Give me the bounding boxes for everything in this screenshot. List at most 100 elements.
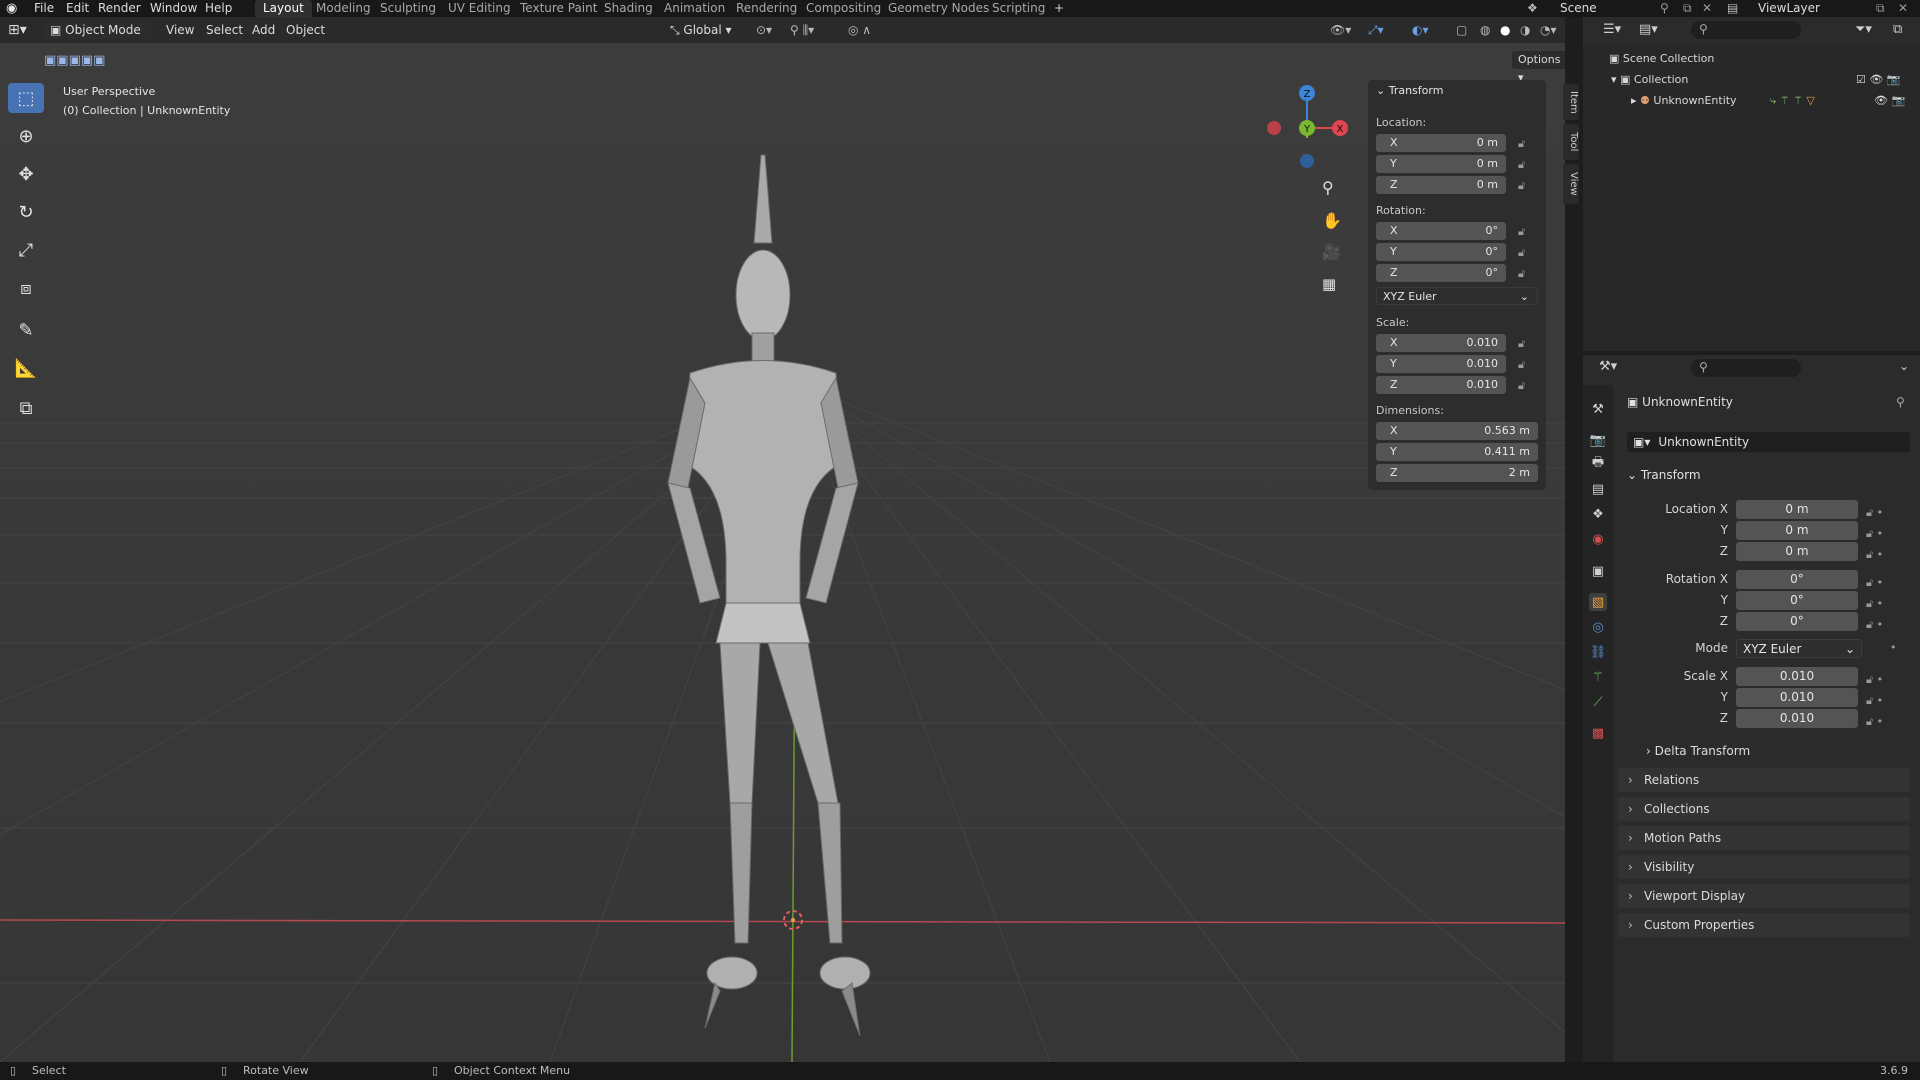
camera-icon[interactable]: 🎥 bbox=[1322, 243, 1341, 261]
transform-tool-icon[interactable]: ⧈ bbox=[8, 273, 44, 303]
select-menu[interactable]: Select bbox=[206, 21, 243, 39]
options-dropdown[interactable]: Options ▾ bbox=[1512, 51, 1565, 84]
pivot-icon[interactable]: ⊙▾ bbox=[756, 21, 772, 39]
entity-data-icons[interactable]: ⤷ ⚚ ⚚ ▽ bbox=[1770, 94, 1815, 108]
object-name-field[interactable]: ▣▾ UnknownEntity bbox=[1627, 432, 1910, 452]
properties-search-input[interactable]: ⚲ bbox=[1691, 359, 1801, 377]
outliner-search-input[interactable]: ⚲ bbox=[1691, 21, 1801, 39]
object-menu[interactable]: Object bbox=[286, 21, 325, 39]
proportional-edit-icon[interactable]: ◎ ∧ bbox=[848, 21, 871, 39]
gizmo-z-label[interactable]: Z bbox=[1304, 89, 1311, 100]
editor-type-icon[interactable]: ⊞▾ bbox=[8, 21, 27, 39]
tab-modeling[interactable]: Modeling bbox=[308, 0, 379, 17]
object-icon[interactable]: ▧ bbox=[1589, 593, 1607, 611]
scale-y-field[interactable]: 0.010 bbox=[1736, 688, 1858, 707]
world-icon[interactable]: ◉ bbox=[1589, 530, 1607, 548]
rotation-y-field[interactable]: 0° bbox=[1736, 591, 1858, 610]
delete-view-layer-icon[interactable]: ✕ bbox=[1898, 0, 1908, 17]
location-y-field[interactable]: Y 0 m bbox=[1376, 155, 1506, 173]
move-tool-icon[interactable]: ✥ bbox=[8, 159, 44, 189]
pin-icon[interactable]: ⚲ bbox=[1896, 395, 1905, 409]
location-z-field[interactable]: 0 m bbox=[1736, 542, 1858, 561]
expand-chevron-icon[interactable]: ▸ bbox=[1631, 94, 1640, 107]
rotation-y-field[interactable]: Y 0° bbox=[1376, 243, 1506, 261]
add-workspace-button[interactable]: + bbox=[1046, 0, 1072, 17]
rotation-z-field[interactable]: Z 0° bbox=[1376, 264, 1506, 282]
delete-scene-icon[interactable]: ✕ bbox=[1702, 0, 1712, 17]
select-mode-icons[interactable]: ▣▣▣▣▣ bbox=[44, 53, 105, 68]
tab-tool[interactable]: Tool bbox=[1563, 124, 1579, 160]
rotation-x-field[interactable]: X 0° bbox=[1376, 222, 1506, 240]
menu-help[interactable]: Help bbox=[205, 0, 232, 17]
menu-render[interactable]: Render bbox=[98, 0, 141, 17]
location-y-field[interactable]: 0 m bbox=[1736, 521, 1858, 540]
collection-row[interactable]: ▾ ▣ Collection bbox=[1611, 73, 1688, 86]
tab-animation[interactable]: Animation bbox=[656, 0, 733, 17]
add-cube-tool-icon[interactable]: ⧉ bbox=[8, 393, 44, 423]
render-icon[interactable]: 📷 bbox=[1589, 431, 1607, 449]
scale-x-field[interactable]: X 0.010 bbox=[1376, 334, 1506, 352]
wireframe-shading-icon[interactable]: ◍ bbox=[1480, 21, 1490, 39]
scale-x-field[interactable]: 0.010 bbox=[1736, 667, 1858, 686]
entity-row[interactable]: ▸ ⚉ UnknownEntity bbox=[1631, 94, 1737, 107]
relations-panel[interactable]: › Relations bbox=[1618, 768, 1910, 792]
viewport-display-panel[interactable]: › Viewport Display bbox=[1618, 884, 1910, 908]
scene-icon[interactable]: ❖ bbox=[1589, 505, 1607, 523]
scene-icon[interactable]: ❖ bbox=[1527, 0, 1538, 17]
lock-icon[interactable]: 🔓︎ bbox=[1518, 379, 1530, 392]
blender-logo-icon[interactable]: ◉ bbox=[6, 0, 17, 17]
lock-icon[interactable]: 🔓︎ bbox=[1518, 158, 1530, 171]
keyframe-dot-icon[interactable]: • bbox=[1890, 641, 1897, 654]
rotation-z-field[interactable]: 0° bbox=[1736, 612, 1858, 631]
output-icon[interactable]: 🖶 bbox=[1589, 455, 1607, 473]
snap-icon[interactable]: ⚲ ⫼▾ bbox=[790, 21, 814, 39]
mode-dropdown[interactable]: ▣ Object Mode ▾ bbox=[44, 21, 154, 55]
object-data-icon[interactable]: ⚚ bbox=[1589, 668, 1607, 686]
physics-icon[interactable]: ◎ bbox=[1589, 618, 1607, 636]
pan-hand-icon[interactable]: ✋ bbox=[1322, 211, 1342, 230]
scale-z-field[interactable]: 0.010 bbox=[1736, 709, 1858, 728]
scale-lock-icons[interactable]: 🔓︎ • 🔓︎ • 🔓︎ • bbox=[1866, 669, 1883, 732]
rendered-shading-icon[interactable]: ◔▾ bbox=[1540, 21, 1557, 39]
xray-icon[interactable]: ▢ bbox=[1456, 21, 1467, 39]
location-x-field[interactable]: 0 m bbox=[1736, 500, 1858, 519]
overlay-toggle-icon[interactable]: ◐▾ bbox=[1412, 21, 1429, 39]
tab-view[interactable]: View bbox=[1563, 164, 1579, 204]
solid-shading-icon[interactable]: ● bbox=[1500, 21, 1510, 39]
menu-file[interactable]: File bbox=[34, 0, 54, 17]
rotate-tool-icon[interactable]: ↻ bbox=[8, 197, 44, 227]
chevron-down-icon[interactable]: ⌄ bbox=[1899, 359, 1909, 373]
display-mode-icon[interactable]: ▤▾ bbox=[1639, 22, 1658, 37]
lock-icon[interactable]: 🔓︎ bbox=[1518, 225, 1530, 238]
dimension-x-field[interactable]: X 0.563 m bbox=[1376, 422, 1538, 440]
scene-name[interactable]: Scene bbox=[1560, 0, 1597, 17]
material-shading-icon[interactable]: ◑ bbox=[1520, 21, 1530, 39]
tab-shading[interactable]: Shading bbox=[596, 0, 661, 17]
navigation-gizmo[interactable]: Z X Y bbox=[1262, 83, 1352, 173]
collections-panel[interactable]: › Collections bbox=[1618, 797, 1910, 821]
view-layer-icon[interactable]: ▤ bbox=[1589, 480, 1607, 498]
expand-chevron-icon[interactable]: ▾ bbox=[1611, 73, 1620, 86]
location-x-field[interactable]: X 0 m bbox=[1376, 134, 1506, 152]
dimension-y-field[interactable]: Y 0.411 m bbox=[1376, 443, 1538, 461]
lock-icon[interactable]: 🔓︎ bbox=[1518, 267, 1530, 280]
editor-type-icon[interactable]: ☰▾ bbox=[1603, 22, 1621, 37]
view-layer-icon[interactable]: ▤ bbox=[1727, 0, 1738, 17]
lock-icon[interactable]: 🔓︎ bbox=[1518, 179, 1530, 192]
texture-icon[interactable]: ▩ bbox=[1589, 724, 1607, 742]
tab-geometry-nodes[interactable]: Geometry Nodes bbox=[880, 0, 997, 17]
lock-icon[interactable]: 🔓︎ bbox=[1518, 358, 1530, 371]
tab-uv-editing[interactable]: UV Editing bbox=[440, 0, 519, 17]
new-collection-icon[interactable]: ⧉ bbox=[1893, 22, 1902, 37]
constraints-icon[interactable]: ⛓ bbox=[1589, 643, 1607, 661]
rotation-lock-icons[interactable]: 🔓︎ • 🔓︎ • 🔓︎ • bbox=[1866, 572, 1883, 635]
menu-edit[interactable]: Edit bbox=[66, 0, 89, 17]
cursor-tool-icon[interactable]: ⊕ bbox=[8, 121, 44, 151]
lock-icon[interactable]: 🔓︎ bbox=[1518, 137, 1530, 150]
ortho-grid-icon[interactable]: ▦ bbox=[1322, 275, 1336, 293]
collection-icon[interactable]: ▣ bbox=[1589, 562, 1607, 580]
delta-transform-row[interactable]: › Delta Transform bbox=[1646, 744, 1750, 758]
gizmo-y-label[interactable]: Y bbox=[1303, 124, 1311, 135]
motion-paths-panel[interactable]: › Motion Paths bbox=[1618, 826, 1910, 850]
gizmo-x-label[interactable]: X bbox=[1337, 124, 1344, 135]
